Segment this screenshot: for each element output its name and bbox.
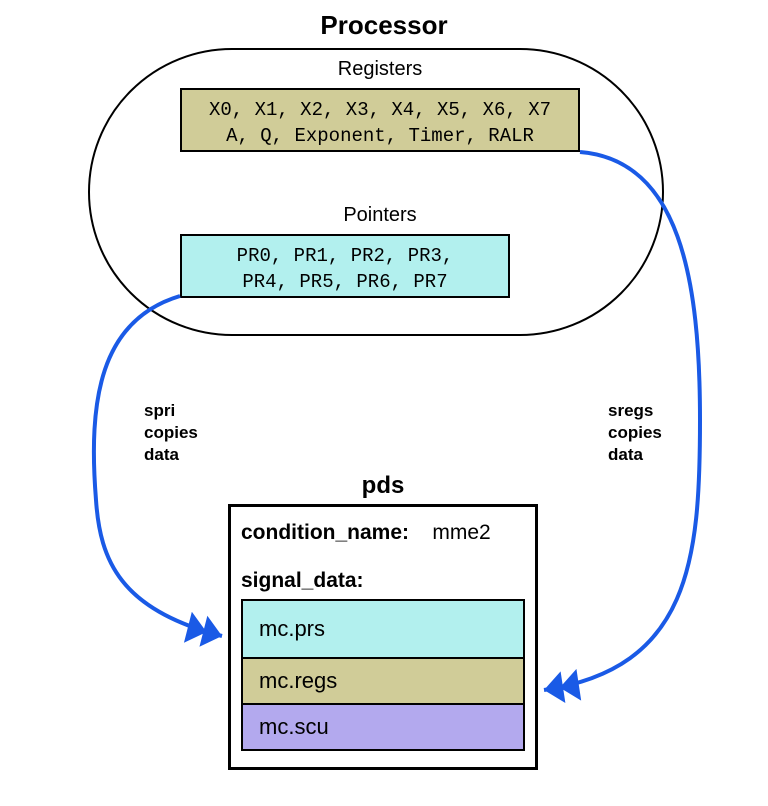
registers-label-text: Registers: [338, 58, 422, 80]
seg-mc-prs: mc.prs: [241, 599, 525, 659]
registers-label: Registers: [180, 58, 580, 81]
seg-mc-scu-label: mc.scu: [259, 714, 329, 740]
pointers-box: PR0, PR1, PR2, PR3, PR4, PR5, PR6, PR7: [180, 234, 510, 298]
seg-mc-regs: mc.regs: [241, 657, 525, 705]
pds-title: pds: [228, 472, 538, 500]
registers-line2: A, Q, Exponent, Timer, RALR: [192, 124, 568, 150]
pds-signal-row: signal_data:: [241, 569, 525, 593]
pointers-label-text: Pointers: [343, 204, 416, 226]
spri-l3: data: [144, 444, 198, 466]
pointers-line2: PR4, PR5, PR6, PR7: [192, 270, 498, 296]
sregs-l1: sregs: [608, 400, 662, 422]
pointers-line1: PR0, PR1, PR2, PR3,: [192, 244, 498, 270]
sregs-label: sregs copies data: [608, 400, 662, 466]
condition-name-value: mme2: [432, 521, 490, 544]
signal-data-label: signal_data:: [241, 569, 364, 592]
seg-mc-scu: mc.scu: [241, 703, 525, 751]
processor-title: Processor: [0, 10, 768, 41]
spri-label: spri copies data: [144, 400, 198, 466]
pds-title-text: pds: [362, 472, 405, 499]
processor-title-text: Processor: [320, 10, 447, 40]
diagram-canvas: Processor Registers X0, X1, X2, X3, X4, …: [0, 0, 768, 806]
pds-box: condition_name: mme2 signal_data: mc.prs…: [228, 504, 538, 770]
registers-line1: X0, X1, X2, X3, X4, X5, X6, X7: [192, 98, 568, 124]
sregs-l2: copies: [608, 422, 662, 444]
spri-l1: spri: [144, 400, 198, 422]
seg-mc-prs-label: mc.prs: [259, 616, 325, 642]
spri-l2: copies: [144, 422, 198, 444]
condition-name-label: condition_name:: [241, 521, 409, 544]
seg-mc-regs-label: mc.regs: [259, 668, 337, 694]
pointers-label: Pointers: [180, 204, 580, 227]
pds-condition-row: condition_name: mme2: [241, 521, 525, 545]
sregs-l3: data: [608, 444, 662, 466]
registers-box: X0, X1, X2, X3, X4, X5, X6, X7 A, Q, Exp…: [180, 88, 580, 152]
signal-data-segments: mc.prs mc.regs mc.scu: [241, 599, 525, 751]
